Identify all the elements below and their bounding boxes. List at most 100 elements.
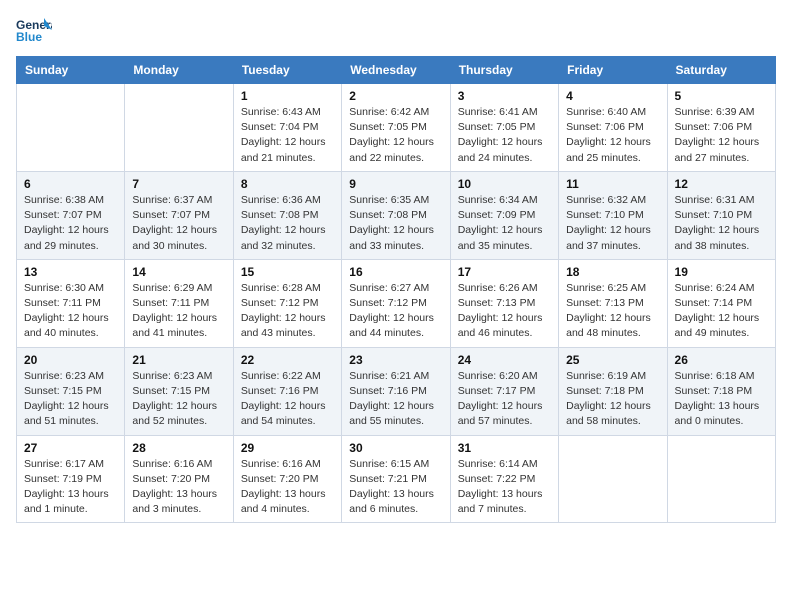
day-info: Sunrise: 6:25 AM Sunset: 7:13 PM Dayligh… [566, 281, 659, 342]
day-number: 30 [349, 441, 442, 455]
day-number: 2 [349, 89, 442, 103]
day-info: Sunrise: 6:43 AM Sunset: 7:04 PM Dayligh… [241, 105, 334, 166]
day-info: Sunrise: 6:20 AM Sunset: 7:17 PM Dayligh… [458, 369, 551, 430]
day-number: 14 [132, 265, 225, 279]
day-info: Sunrise: 6:17 AM Sunset: 7:19 PM Dayligh… [24, 457, 117, 518]
day-info: Sunrise: 6:21 AM Sunset: 7:16 PM Dayligh… [349, 369, 442, 430]
day-number: 13 [24, 265, 117, 279]
day-number: 29 [241, 441, 334, 455]
day-info: Sunrise: 6:28 AM Sunset: 7:12 PM Dayligh… [241, 281, 334, 342]
day-number: 20 [24, 353, 117, 367]
day-info: Sunrise: 6:30 AM Sunset: 7:11 PM Dayligh… [24, 281, 117, 342]
day-info: Sunrise: 6:23 AM Sunset: 7:15 PM Dayligh… [24, 369, 117, 430]
calendar-cell: 2 Sunrise: 6:42 AM Sunset: 7:05 PM Daylig… [342, 84, 450, 172]
calendar-cell: 17 Sunrise: 6:26 AM Sunset: 7:13 PM Dayli… [450, 259, 558, 347]
calendar-cell: 22Sunrise: 6:22 AM Sunset: 7:16 PM Dayli… [233, 347, 341, 435]
day-info: Sunrise: 6:37 AM Sunset: 7:07 PM Dayligh… [132, 193, 225, 254]
logo: General Blue [16, 16, 56, 44]
calendar-cell: 5 Sunrise: 6:39 AM Sunset: 7:06 PM Daylig… [667, 84, 775, 172]
calendar-week-row: 13 Sunrise: 6:30 AM Sunset: 7:11 PM Dayli… [17, 259, 776, 347]
calendar-day-header: Wednesday [342, 57, 450, 84]
calendar-body: 1 Sunrise: 6:43 AM Sunset: 7:04 PM Daylig… [17, 84, 776, 523]
calendar-cell: 4 Sunrise: 6:40 AM Sunset: 7:06 PM Daylig… [559, 84, 667, 172]
day-info: Sunrise: 6:38 AM Sunset: 7:07 PM Dayligh… [24, 193, 117, 254]
calendar-day-header: Friday [559, 57, 667, 84]
calendar-cell: 15 Sunrise: 6:28 AM Sunset: 7:12 PM Dayli… [233, 259, 341, 347]
day-number: 21 [132, 353, 225, 367]
calendar-week-row: 27Sunrise: 6:17 AM Sunset: 7:19 PM Dayli… [17, 435, 776, 523]
calendar-cell: 31Sunrise: 6:14 AM Sunset: 7:22 PM Dayli… [450, 435, 558, 523]
day-number: 28 [132, 441, 225, 455]
calendar-cell: 27Sunrise: 6:17 AM Sunset: 7:19 PM Dayli… [17, 435, 125, 523]
day-info: Sunrise: 6:18 AM Sunset: 7:18 PM Dayligh… [675, 369, 768, 430]
day-info: Sunrise: 6:23 AM Sunset: 7:15 PM Dayligh… [132, 369, 225, 430]
calendar-cell: 29 Sunrise: 6:16 AM Sunset: 7:20 PM Dayli… [233, 435, 341, 523]
calendar-cell: 20 Sunrise: 6:23 AM Sunset: 7:15 PM Dayli… [17, 347, 125, 435]
day-number: 19 [675, 265, 768, 279]
day-info: Sunrise: 6:24 AM Sunset: 7:14 PM Dayligh… [675, 281, 768, 342]
day-number: 11 [566, 177, 659, 191]
calendar-day-header: Thursday [450, 57, 558, 84]
svg-text:Blue: Blue [16, 30, 42, 44]
day-number: 5 [675, 89, 768, 103]
calendar-cell [667, 435, 775, 523]
calendar-cell: 10Sunrise: 6:34 AM Sunset: 7:09 PM Dayli… [450, 171, 558, 259]
day-number: 18 [566, 265, 659, 279]
calendar-cell: 1 Sunrise: 6:43 AM Sunset: 7:04 PM Daylig… [233, 84, 341, 172]
page-header: General Blue [16, 16, 776, 44]
day-info: Sunrise: 6:27 AM Sunset: 7:12 PM Dayligh… [349, 281, 442, 342]
calendar-cell: 21 Sunrise: 6:23 AM Sunset: 7:15 PM Dayli… [125, 347, 233, 435]
day-info: Sunrise: 6:22 AM Sunset: 7:16 PM Dayligh… [241, 369, 334, 430]
calendar-cell: 18 Sunrise: 6:25 AM Sunset: 7:13 PM Dayli… [559, 259, 667, 347]
calendar-cell [17, 84, 125, 172]
day-number: 23 [349, 353, 442, 367]
calendar-table: SundayMondayTuesdayWednesdayThursdayFrid… [16, 56, 776, 523]
day-number: 3 [458, 89, 551, 103]
day-info: Sunrise: 6:15 AM Sunset: 7:21 PM Dayligh… [349, 457, 442, 518]
calendar-cell: 11 Sunrise: 6:32 AM Sunset: 7:10 PM Dayli… [559, 171, 667, 259]
day-info: Sunrise: 6:40 AM Sunset: 7:06 PM Dayligh… [566, 105, 659, 166]
calendar-cell: 12Sunrise: 6:31 AM Sunset: 7:10 PM Dayli… [667, 171, 775, 259]
day-info: Sunrise: 6:32 AM Sunset: 7:10 PM Dayligh… [566, 193, 659, 254]
calendar-day-header: Monday [125, 57, 233, 84]
calendar-cell: 3 Sunrise: 6:41 AM Sunset: 7:05 PM Daylig… [450, 84, 558, 172]
calendar-week-row: 20 Sunrise: 6:23 AM Sunset: 7:15 PM Dayli… [17, 347, 776, 435]
calendar-cell: 28 Sunrise: 6:16 AM Sunset: 7:20 PM Dayli… [125, 435, 233, 523]
day-number: 15 [241, 265, 334, 279]
day-info: Sunrise: 6:29 AM Sunset: 7:11 PM Dayligh… [132, 281, 225, 342]
day-number: 1 [241, 89, 334, 103]
day-info: Sunrise: 6:35 AM Sunset: 7:08 PM Dayligh… [349, 193, 442, 254]
day-info: Sunrise: 6:39 AM Sunset: 7:06 PM Dayligh… [675, 105, 768, 166]
day-info: Sunrise: 6:19 AM Sunset: 7:18 PM Dayligh… [566, 369, 659, 430]
calendar-cell: 9Sunrise: 6:35 AM Sunset: 7:08 PM Daylig… [342, 171, 450, 259]
calendar-cell: 8Sunrise: 6:36 AM Sunset: 7:08 PM Daylig… [233, 171, 341, 259]
day-info: Sunrise: 6:42 AM Sunset: 7:05 PM Dayligh… [349, 105, 442, 166]
day-info: Sunrise: 6:14 AM Sunset: 7:22 PM Dayligh… [458, 457, 551, 518]
day-number: 4 [566, 89, 659, 103]
day-number: 16 [349, 265, 442, 279]
calendar-week-row: 1 Sunrise: 6:43 AM Sunset: 7:04 PM Daylig… [17, 84, 776, 172]
day-number: 7 [132, 177, 225, 191]
day-info: Sunrise: 6:41 AM Sunset: 7:05 PM Dayligh… [458, 105, 551, 166]
calendar-week-row: 6 Sunrise: 6:38 AM Sunset: 7:07 PM Daylig… [17, 171, 776, 259]
day-number: 25 [566, 353, 659, 367]
calendar-cell: 6 Sunrise: 6:38 AM Sunset: 7:07 PM Daylig… [17, 171, 125, 259]
day-info: Sunrise: 6:34 AM Sunset: 7:09 PM Dayligh… [458, 193, 551, 254]
calendar-day-header: Tuesday [233, 57, 341, 84]
day-info: Sunrise: 6:16 AM Sunset: 7:20 PM Dayligh… [241, 457, 334, 518]
day-number: 8 [241, 177, 334, 191]
day-number: 17 [458, 265, 551, 279]
calendar-cell: 25 Sunrise: 6:19 AM Sunset: 7:18 PM Dayli… [559, 347, 667, 435]
calendar-cell: 13 Sunrise: 6:30 AM Sunset: 7:11 PM Dayli… [17, 259, 125, 347]
day-info: Sunrise: 6:16 AM Sunset: 7:20 PM Dayligh… [132, 457, 225, 518]
day-info: Sunrise: 6:26 AM Sunset: 7:13 PM Dayligh… [458, 281, 551, 342]
calendar-cell: 23 Sunrise: 6:21 AM Sunset: 7:16 PM Dayli… [342, 347, 450, 435]
calendar-cell: 30 Sunrise: 6:15 AM Sunset: 7:21 PM Dayli… [342, 435, 450, 523]
calendar-header-row: SundayMondayTuesdayWednesdayThursdayFrid… [17, 57, 776, 84]
day-number: 6 [24, 177, 117, 191]
calendar-cell: 14 Sunrise: 6:29 AM Sunset: 7:11 PM Dayli… [125, 259, 233, 347]
calendar-cell [559, 435, 667, 523]
calendar-cell: 16 Sunrise: 6:27 AM Sunset: 7:12 PM Dayli… [342, 259, 450, 347]
calendar-day-header: Saturday [667, 57, 775, 84]
calendar-cell: 7 Sunrise: 6:37 AM Sunset: 7:07 PM Daylig… [125, 171, 233, 259]
